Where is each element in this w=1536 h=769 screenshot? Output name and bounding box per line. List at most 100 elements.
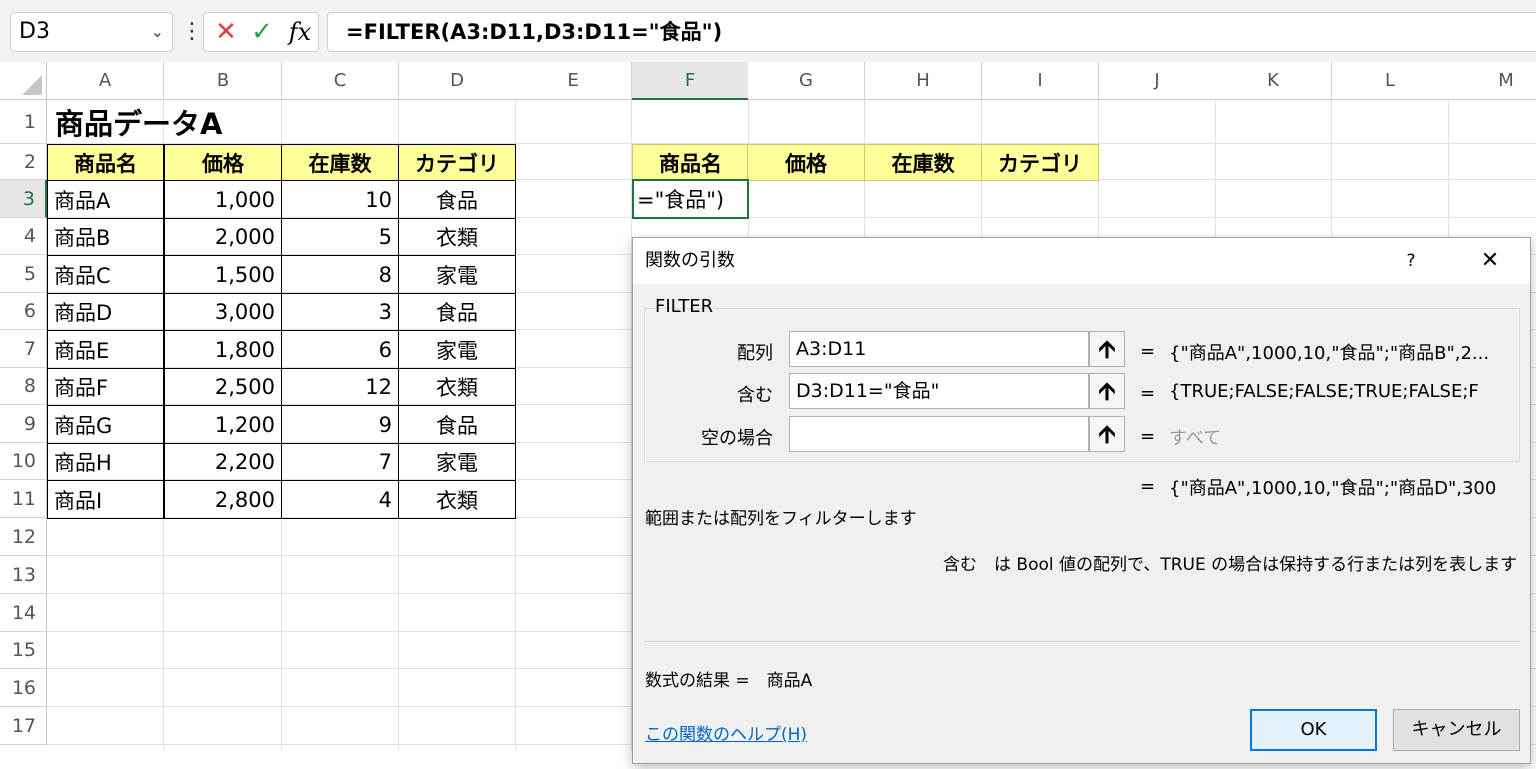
row-header-7[interactable]: 7 — [0, 330, 47, 368]
row-header-5[interactable]: 5 — [0, 255, 47, 293]
table-header-cell[interactable]: 商品名 — [47, 144, 164, 181]
table-cell[interactable]: 商品I — [47, 480, 164, 519]
row-header-9[interactable]: 9 — [0, 405, 47, 443]
name-box[interactable]: D3 ⌄ — [10, 12, 173, 52]
row-header-2[interactable]: 2 — [0, 144, 47, 180]
active-cell[interactable]: ="食品") — [632, 179, 749, 219]
arg-label-include: 含む — [737, 385, 773, 406]
table-header-cell[interactable]: 価格 — [164, 144, 282, 181]
table-header-cell[interactable]: 在庫数 — [281, 144, 399, 181]
table-cell[interactable]: 10 — [281, 180, 399, 219]
help-icon[interactable]: ? — [1396, 238, 1426, 284]
column-header-h[interactable]: H — [865, 62, 982, 100]
table-cell[interactable]: 家電 — [398, 443, 516, 481]
table-cell[interactable]: 食品 — [398, 405, 516, 444]
row-header-10[interactable]: 10 — [0, 443, 47, 480]
formula-input[interactable]: =FILTER(A3:D11,D3:D11="食品") — [327, 12, 1536, 52]
table-cell[interactable]: 家電 — [398, 330, 516, 369]
table-cell[interactable]: 7 — [281, 443, 399, 481]
collapse-dialog-icon[interactable]: 🡩 — [1089, 373, 1125, 409]
table-cell[interactable]: 3,000 — [164, 293, 282, 331]
select-all-corner[interactable] — [0, 62, 47, 100]
row-header-12[interactable]: 12 — [0, 518, 47, 556]
table-cell[interactable]: 衣類 — [398, 368, 516, 406]
row-header-17[interactable]: 17 — [0, 707, 47, 745]
row-header-14[interactable]: 14 — [0, 594, 47, 632]
table-cell[interactable]: 8 — [281, 255, 399, 294]
table-cell[interactable]: 2,000 — [164, 218, 282, 256]
table-cell[interactable]: 商品H — [47, 443, 164, 481]
column-header-e[interactable]: E — [515, 62, 632, 100]
column-header-j[interactable]: J — [1099, 62, 1216, 100]
column-header-c[interactable]: C — [282, 62, 399, 100]
row-header-1[interactable]: 1 — [0, 100, 47, 144]
column-header-d[interactable]: D — [399, 62, 516, 100]
enter-icon[interactable]: ✓ — [244, 13, 280, 51]
row-header-3[interactable]: 3 — [0, 180, 47, 218]
table-cell[interactable]: 商品B — [47, 218, 164, 256]
table-cell[interactable]: 2,500 — [164, 368, 282, 406]
column-header-m[interactable]: M — [1448, 62, 1536, 100]
row-header-11[interactable]: 11 — [0, 480, 47, 518]
cancel-button[interactable]: キャンセル — [1393, 709, 1520, 751]
function-description: 範囲または配列をフィルターします — [645, 509, 917, 529]
table-cell[interactable]: 5 — [281, 218, 399, 256]
column-header-f[interactable]: F — [632, 62, 749, 100]
column-header-k[interactable]: K — [1215, 62, 1332, 100]
table-cell[interactable]: 食品 — [398, 293, 516, 331]
table-cell[interactable]: 1,000 — [164, 180, 282, 219]
ok-button[interactable]: OK — [1250, 709, 1377, 751]
row-header-4[interactable]: 4 — [0, 218, 47, 255]
result-header-cell[interactable]: 在庫数 — [864, 144, 982, 181]
table-cell[interactable]: 1,200 — [164, 405, 282, 444]
chevron-down-icon[interactable]: ⌄ — [151, 13, 164, 51]
table-cell[interactable]: 衣類 — [398, 480, 516, 519]
overall-result: {"商品A",1000,10,"食品";"商品D",300 — [1169, 478, 1497, 499]
table-cell[interactable]: 9 — [281, 405, 399, 444]
result-header-cell[interactable]: 商品名 — [632, 144, 749, 181]
arg-input-array[interactable]: A3:D11 — [789, 331, 1089, 367]
close-icon[interactable]: ✕ — [1470, 238, 1510, 284]
column-header-i[interactable]: I — [982, 62, 1099, 100]
row-header-8[interactable]: 8 — [0, 368, 47, 405]
row-header-6[interactable]: 6 — [0, 293, 47, 330]
function-help-link[interactable]: この関数のヘルプ(H) — [645, 720, 807, 745]
table-cell[interactable]: 商品G — [47, 405, 164, 444]
column-header-a[interactable]: A — [47, 62, 164, 100]
column-header-l[interactable]: L — [1332, 62, 1449, 100]
overall-equals: = — [1140, 476, 1156, 497]
table-cell[interactable]: 商品F — [47, 368, 164, 406]
table-header-cell[interactable]: カテゴリ — [398, 144, 516, 181]
collapse-dialog-icon[interactable]: 🡩 — [1089, 331, 1125, 367]
collapse-dialog-icon[interactable]: 🡩 — [1089, 416, 1125, 452]
table-cell[interactable]: 2,800 — [164, 480, 282, 519]
table-cell[interactable]: 食品 — [398, 180, 516, 219]
table-cell[interactable]: 商品E — [47, 330, 164, 369]
table-cell[interactable]: 家電 — [398, 255, 516, 294]
row-header-16[interactable]: 16 — [0, 669, 47, 707]
arg-input-include[interactable]: D3:D11="食品" — [789, 373, 1089, 409]
column-header-g[interactable]: G — [748, 62, 865, 100]
table-cell[interactable]: 4 — [281, 480, 399, 519]
result-header-cell[interactable]: カテゴリ — [981, 144, 1099, 181]
arg-input-if-empty[interactable] — [789, 416, 1089, 452]
table-cell[interactable]: 商品C — [47, 255, 164, 294]
result-header-cell[interactable]: 価格 — [747, 144, 865, 181]
table-cell[interactable]: 衣類 — [398, 218, 516, 256]
table-cell[interactable]: 12 — [281, 368, 399, 406]
column-header-b[interactable]: B — [165, 62, 282, 100]
insert-function-icon[interactable]: fx — [282, 13, 318, 51]
row-header-13[interactable]: 13 — [0, 556, 47, 594]
table-cell[interactable]: 6 — [281, 330, 399, 369]
table-cell[interactable]: 商品D — [47, 293, 164, 331]
arg-result-include: {TRUE;FALSE;FALSE;TRUE;FALSE;F — [1169, 381, 1479, 402]
table-cell[interactable]: 2,200 — [164, 443, 282, 481]
table-cell[interactable]: 1,500 — [164, 255, 282, 294]
sheet-title[interactable]: 商品データA — [47, 100, 397, 144]
cancel-icon[interactable]: ✕ — [208, 13, 244, 51]
table-cell[interactable]: 3 — [281, 293, 399, 331]
more-options-icon[interactable]: ⋮ — [181, 14, 203, 50]
row-header-15[interactable]: 15 — [0, 632, 47, 669]
table-cell[interactable]: 1,800 — [164, 330, 282, 369]
table-cell[interactable]: 商品A — [47, 180, 164, 219]
